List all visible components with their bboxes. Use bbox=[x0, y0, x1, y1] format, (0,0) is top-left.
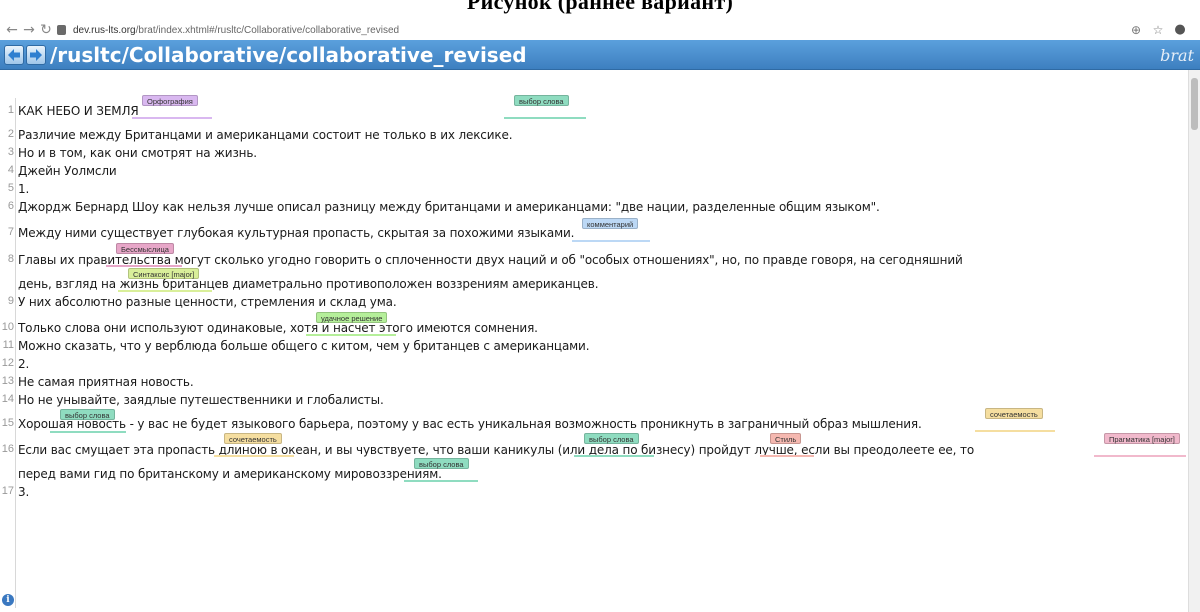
annotation-label[interactable]: комментарий bbox=[582, 218, 639, 229]
line-text[interactable]: Хорошая новость - у вас не будет языково… bbox=[18, 417, 922, 431]
document-path: /rusltc/Collaborative/collaborative_revi… bbox=[50, 43, 527, 67]
annotation-label[interactable]: сочетаемость bbox=[985, 408, 1043, 419]
line-text[interactable]: Только слова они используют одинаковые, … bbox=[18, 321, 538, 335]
line-number: 2 bbox=[7, 128, 14, 140]
line-text[interactable]: Если вас смущает эта пропасть длиною в о… bbox=[18, 443, 974, 457]
annotation-span-underline bbox=[50, 431, 126, 433]
line-text[interactable]: У них абсолютно разные ценности, стремле… bbox=[18, 295, 397, 309]
bookmark-star-icon[interactable]: ☆ bbox=[1150, 20, 1166, 40]
annotation-span-underline bbox=[572, 240, 650, 242]
url-path: /brat/index.xhtml#/rusltc/Collaborative/… bbox=[135, 25, 400, 36]
annotation-label[interactable]: удачное решение bbox=[316, 312, 388, 323]
annotation-span-underline bbox=[214, 455, 294, 457]
line-number: 16 bbox=[1, 443, 14, 455]
line-number: 3 bbox=[7, 146, 14, 158]
brat-header: /rusltc/Collaborative/collaborative_revi… bbox=[0, 40, 1200, 70]
line-text[interactable]: Джордж Бернард Шоу как нельзя лучше опис… bbox=[18, 200, 880, 214]
address-bar[interactable]: dev.rus-lts.org/brat/index.xhtml#/rusltc… bbox=[57, 23, 1107, 38]
line-number: 4 bbox=[7, 164, 14, 176]
line-text[interactable]: 3. bbox=[18, 485, 29, 499]
line-text[interactable]: Можно сказать, что у верблюда больше общ… bbox=[18, 339, 590, 353]
annotation-document[interactable]: 1 КАК НЕБО И ЗЕМЛЯ 2 Различие между Британц… bbox=[0, 70, 1188, 612]
annotation-label[interactable]: Орфография bbox=[142, 95, 198, 106]
annotation-label[interactable]: Синтаксис [major] bbox=[128, 268, 200, 279]
arrow-left-icon bbox=[8, 49, 20, 61]
next-document-button[interactable] bbox=[26, 45, 46, 65]
annotation-span-underline bbox=[975, 430, 1055, 432]
line-text[interactable]: 1. bbox=[18, 182, 29, 196]
brat-logo: brat bbox=[1160, 46, 1194, 65]
url-text[interactable]: dev.rus-lts.org/brat/index.xhtml#/rusltc… bbox=[73, 23, 399, 38]
forward-arrow-icon[interactable]: → bbox=[21, 20, 37, 40]
figure-caption: Рисунок (раннее вариант) bbox=[0, 0, 1200, 20]
line-number: 17 bbox=[1, 485, 14, 497]
info-icon[interactable]: i bbox=[2, 594, 14, 606]
text-frame bbox=[15, 98, 1185, 608]
annotation-span-underline bbox=[118, 290, 212, 292]
line-number: 12 bbox=[1, 357, 14, 369]
line-text[interactable]: Не самая приятная новость. bbox=[18, 375, 194, 389]
line-number: 8 bbox=[7, 253, 14, 265]
annotation-label[interactable]: выбор слова bbox=[60, 409, 115, 420]
annotation-label[interactable]: сочетаемость bbox=[224, 433, 282, 444]
annotation-span-underline bbox=[132, 117, 212, 119]
line-text[interactable]: Джейн Уолмсли bbox=[18, 164, 117, 178]
line-text[interactable]: день, взгляд на жизнь британцев диаметра… bbox=[18, 277, 599, 291]
vertical-scrollbar[interactable] bbox=[1188, 70, 1200, 612]
annotation-span-underline bbox=[106, 265, 182, 267]
line-text[interactable]: КАК НЕБО И ЗЕМЛЯ bbox=[18, 104, 139, 118]
annotation-label[interactable]: Бессмыслица bbox=[116, 243, 174, 254]
zoom-icon[interactable]: ⊕ bbox=[1128, 20, 1144, 40]
line-number: 11 bbox=[2, 339, 14, 351]
browser-toolbar: ← → ↻ dev.rus-lts.org/brat/index.xhtml#/… bbox=[0, 20, 1200, 40]
line-number: 15 bbox=[1, 417, 14, 429]
line-text[interactable]: 2. bbox=[18, 357, 29, 371]
back-arrow-icon[interactable]: ← bbox=[4, 20, 20, 40]
annotation-label[interactable]: выбор слова bbox=[414, 458, 469, 469]
arrow-right-icon bbox=[30, 49, 42, 61]
annotation-label[interactable]: Прагматика [major] bbox=[1104, 433, 1180, 444]
line-text[interactable]: Но не унывайте, заядлые путешественники … bbox=[18, 393, 384, 407]
annotation-span-underline bbox=[574, 455, 654, 457]
line-text[interactable]: Но и в том, как они смотрят на жизнь. bbox=[18, 146, 257, 160]
line-number: 5 bbox=[7, 182, 14, 194]
line-number: 1 bbox=[7, 104, 14, 116]
annotation-span-underline bbox=[760, 455, 814, 457]
line-text[interactable]: Между ними существует глубокая культурна… bbox=[18, 226, 574, 240]
annotation-span-underline bbox=[504, 117, 586, 119]
line-number: 13 bbox=[1, 375, 14, 387]
line-text[interactable]: Различие между Британцами и американцами… bbox=[18, 128, 513, 142]
annotation-span-underline bbox=[1094, 455, 1186, 457]
caption-text: Рисунок (раннее вариант) bbox=[466, 0, 734, 14]
line-number: 10 bbox=[1, 321, 14, 333]
line-text[interactable]: перед вами гид по британскому и американ… bbox=[18, 467, 442, 481]
annotation-label[interactable]: Стиль bbox=[770, 433, 802, 444]
annotation-label[interactable]: выбор слова bbox=[514, 95, 569, 106]
prev-document-button[interactable] bbox=[4, 45, 24, 65]
line-number: 6 bbox=[7, 200, 14, 212]
annotation-span-underline bbox=[306, 334, 396, 336]
annotation-span-underline bbox=[404, 480, 478, 482]
account-icon[interactable]: ● bbox=[1172, 20, 1188, 40]
reload-icon[interactable]: ↻ bbox=[38, 20, 54, 40]
line-number: 9 bbox=[7, 295, 14, 307]
lock-icon bbox=[57, 25, 66, 35]
line-number: 14 bbox=[1, 393, 14, 405]
line-number: 7 bbox=[7, 226, 14, 238]
annotation-label[interactable]: выбор слова bbox=[584, 433, 639, 444]
scrollbar-thumb[interactable] bbox=[1191, 78, 1198, 130]
url-host: dev.rus-lts.org bbox=[73, 25, 136, 36]
